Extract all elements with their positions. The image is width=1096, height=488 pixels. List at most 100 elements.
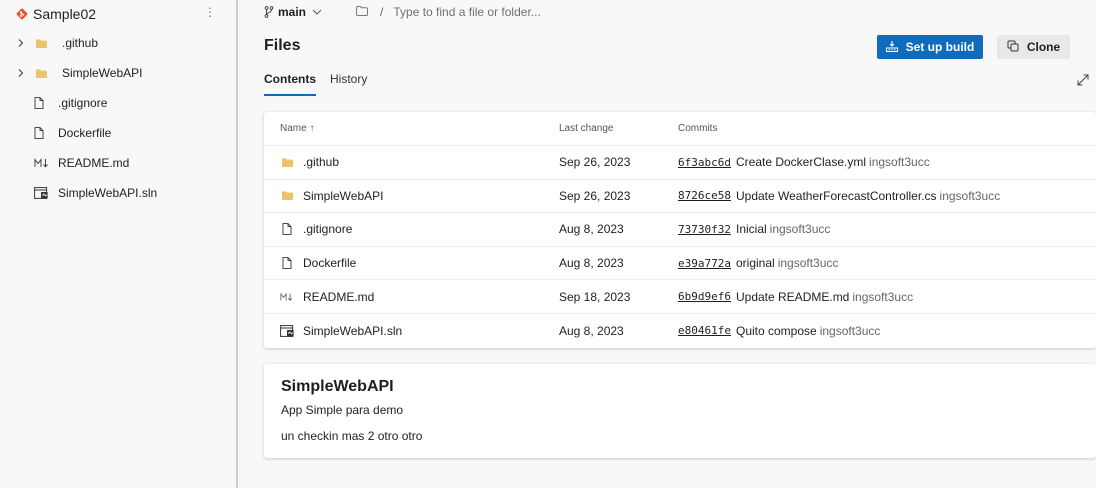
tree-item-readme[interactable]: README.md bbox=[0, 148, 236, 178]
repo-name: Sample02 bbox=[33, 6, 97, 22]
file-name: Dockerfile bbox=[303, 256, 357, 271]
branch-selector[interactable]: main bbox=[264, 5, 326, 19]
tree-item-solution[interactable]: SimpleWebAPI.sln bbox=[0, 178, 236, 208]
expand-icon[interactable] bbox=[1076, 73, 1090, 87]
tab-contents[interactable]: Contents bbox=[264, 72, 316, 96]
file-name-cell[interactable]: SimpleWebAPI.sln bbox=[280, 324, 402, 338]
readme-line: App Simple para demo bbox=[281, 403, 404, 417]
commit-author: ingsoft3ucc bbox=[819, 323, 881, 338]
path-separator: / bbox=[380, 5, 384, 19]
commit-cell: 8726ce58 Update WeatherForecastControlle… bbox=[678, 189, 1000, 203]
tree-item-dockerfile[interactable]: Dockerfile bbox=[0, 118, 236, 148]
file-name-cell[interactable]: .gitignore bbox=[280, 222, 352, 236]
tree-item-simplewebapi[interactable]: SimpleWebAPI bbox=[0, 58, 236, 88]
file-icon bbox=[34, 126, 50, 140]
table-row[interactable]: SimpleWebAPI Sep 26, 2023 8726ce58 Updat… bbox=[264, 180, 1096, 214]
commit-hash-link[interactable]: e80461fe bbox=[678, 324, 731, 337]
last-change-cell: Sep 26, 2023 bbox=[559, 188, 631, 203]
table-row[interactable]: README.md Sep 18, 2023 6b9d9ef6 Update R… bbox=[264, 280, 1096, 314]
folder-icon bbox=[36, 36, 52, 50]
table-header: Name ↑ Last change Commits bbox=[264, 112, 1096, 146]
header-name[interactable]: Name ↑ bbox=[280, 123, 314, 134]
commit-message: Create DockerClase.yml bbox=[735, 155, 867, 170]
commit-author: ingsoft3ucc bbox=[869, 155, 930, 170]
last-change-cell: Sep 26, 2023 bbox=[559, 155, 631, 170]
header-commits: Commits bbox=[678, 123, 718, 134]
tree-item-label: README.md bbox=[58, 156, 130, 170]
git-repo-icon bbox=[16, 8, 28, 20]
commit-cell: 6f3abc6d Create DockerClase.yml ingsoft3… bbox=[678, 155, 930, 169]
table-row[interactable]: Dockerfile Aug 8, 2023 e39a772a original… bbox=[264, 247, 1096, 281]
solution-file-icon bbox=[280, 324, 294, 338]
clone-icon bbox=[1007, 40, 1019, 55]
file-name: README.md bbox=[303, 289, 375, 304]
table-row[interactable]: SimpleWebAPI.sln Aug 8, 2023 e80461fe Qu… bbox=[264, 314, 1096, 348]
top-bar: main / Type to find a file or folder... bbox=[240, 0, 1096, 24]
commit-cell: e80461fe Quito compose ingsoft3ucc bbox=[678, 324, 880, 338]
file-name: .github bbox=[303, 155, 340, 170]
commit-hash-link[interactable]: 73730f32 bbox=[678, 223, 731, 236]
more-actions-icon[interactable]: ⋮ bbox=[204, 5, 216, 19]
branch-name: main bbox=[278, 5, 307, 19]
path-search[interactable]: / Type to find a file or folder... bbox=[356, 5, 541, 19]
folder-icon bbox=[280, 189, 294, 203]
files-table: Name ↑ Last change Commits .github Sep 2… bbox=[264, 112, 1096, 348]
commit-hash-link[interactable]: 6f3abc6d bbox=[678, 156, 731, 169]
last-change-cell: Aug 8, 2023 bbox=[559, 222, 624, 237]
page-title: Files bbox=[264, 37, 301, 54]
file-name-cell[interactable]: SimpleWebAPI bbox=[280, 189, 383, 203]
commit-hash-link[interactable]: e39a772a bbox=[678, 257, 731, 270]
folder-outline-icon bbox=[356, 5, 368, 19]
file-name-cell[interactable]: .github bbox=[280, 155, 339, 169]
file-name: SimpleWebAPI bbox=[303, 188, 384, 203]
tab-history[interactable]: History bbox=[330, 72, 367, 96]
clone-label: Clone bbox=[1026, 40, 1061, 54]
commit-hash-link[interactable]: 8726ce58 bbox=[678, 189, 731, 202]
commit-author: ingsoft3ucc bbox=[939, 188, 1001, 203]
readme-line: un checkin mas 2 otro otro bbox=[281, 429, 423, 443]
file-name-cell[interactable]: Dockerfile bbox=[280, 256, 356, 270]
branch-icon bbox=[264, 6, 274, 18]
file-icon bbox=[280, 222, 294, 236]
readme-preview: SimpleWebAPI App Simple para demo un che… bbox=[264, 364, 1096, 458]
repo-header[interactable]: Sample02 ⋮ bbox=[0, 0, 236, 28]
markdown-icon bbox=[34, 156, 50, 170]
last-change-cell: Sep 18, 2023 bbox=[559, 289, 631, 304]
commit-message: Update WeatherForecastController.cs bbox=[735, 188, 937, 203]
file-icon bbox=[280, 256, 294, 270]
commit-cell: 6b9d9ef6 Update README.md ingsoft3ucc bbox=[678, 290, 913, 304]
header-last-change[interactable]: Last change bbox=[559, 123, 614, 134]
tree-item-label: Dockerfile bbox=[58, 126, 112, 140]
commit-message: Update README.md bbox=[735, 289, 850, 304]
path-search-placeholder: Type to find a file or folder... bbox=[393, 5, 541, 19]
content-tabs: Contents History bbox=[264, 72, 367, 96]
commit-message: Quito compose bbox=[735, 323, 817, 338]
file-name-cell[interactable]: README.md bbox=[280, 290, 374, 304]
tree-item-label: SimpleWebAPI.sln bbox=[58, 186, 158, 200]
markdown-icon bbox=[280, 290, 294, 304]
tree-item-gitignore[interactable]: .gitignore bbox=[0, 88, 236, 118]
setup-build-label: Set up build bbox=[905, 40, 975, 54]
setup-build-button[interactable]: Set up build bbox=[877, 35, 983, 59]
last-change-cell: Aug 8, 2023 bbox=[559, 256, 624, 271]
tree-item-github[interactable]: .github bbox=[0, 28, 236, 58]
chevron-right-icon[interactable] bbox=[16, 68, 30, 78]
file-name: .gitignore bbox=[303, 222, 353, 237]
commit-hash-link[interactable]: 6b9d9ef6 bbox=[678, 290, 731, 303]
commit-cell: 73730f32 Inicial ingsoft3ucc bbox=[678, 222, 830, 236]
build-icon bbox=[885, 40, 898, 55]
file-tree-sidebar: Sample02 ⋮ .github SimpleWebAPI .gitigno… bbox=[0, 0, 238, 488]
commit-message: Inicial bbox=[735, 222, 767, 237]
commit-author: ingsoft3ucc bbox=[777, 256, 839, 271]
tree-item-label: .gitignore bbox=[58, 96, 108, 110]
chevron-down-icon bbox=[312, 8, 326, 16]
clone-button[interactable]: Clone bbox=[997, 35, 1070, 59]
readme-title: SimpleWebAPI bbox=[281, 378, 394, 395]
file-tree: .github SimpleWebAPI .gitignore Dockerfi… bbox=[0, 28, 236, 208]
commit-message: original bbox=[735, 256, 775, 271]
table-row[interactable]: .gitignore Aug 8, 2023 73730f32 Inicial … bbox=[264, 213, 1096, 247]
table-row[interactable]: .github Sep 26, 2023 6f3abc6d Create Doc… bbox=[264, 146, 1096, 180]
main-content: main / Type to find a file or folder... … bbox=[240, 0, 1096, 488]
solution-file-icon bbox=[34, 186, 50, 200]
chevron-right-icon[interactable] bbox=[16, 38, 30, 48]
